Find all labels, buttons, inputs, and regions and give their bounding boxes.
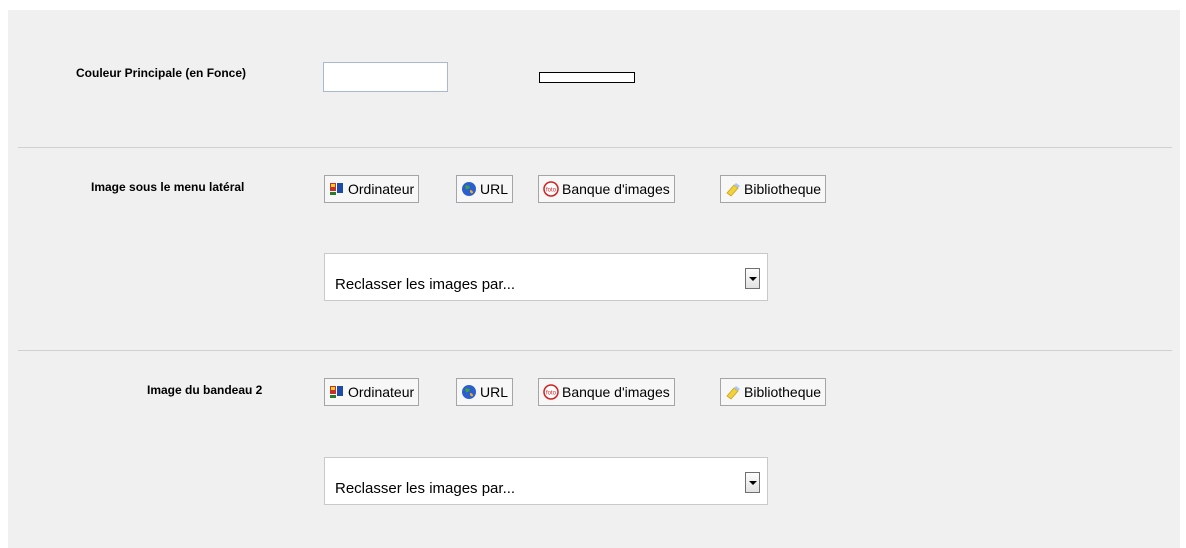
library-button-label: Bibliotheque xyxy=(744,384,822,400)
library-icon xyxy=(725,384,741,400)
main-color-input[interactable] xyxy=(323,62,448,92)
main-color-label: Couleur Principale (en Fonce) xyxy=(76,66,247,80)
computer-icon xyxy=(329,384,345,400)
side-menu-image-label: Image sous le menu latéral xyxy=(91,180,245,194)
url-button[interactable]: URL xyxy=(456,378,514,406)
image-bank-button[interactable]: foto Banque d'images xyxy=(538,175,675,203)
library-button[interactable]: Bibliotheque xyxy=(720,378,827,406)
library-button[interactable]: Bibliotheque xyxy=(720,175,827,203)
color-swatch[interactable] xyxy=(539,72,635,83)
url-button[interactable]: URL xyxy=(456,175,514,203)
chevron-down-icon[interactable] xyxy=(745,472,760,493)
svg-text:foto: foto xyxy=(546,188,557,194)
banner-image-label: Image du bandeau 2 xyxy=(147,383,263,397)
divider xyxy=(18,350,1172,351)
sort-images-select[interactable]: Reclasser les images par... xyxy=(324,253,768,301)
url-button-label: URL xyxy=(480,384,509,400)
image-bank-button[interactable]: foto Banque d'images xyxy=(538,378,675,406)
svg-text:foto: foto xyxy=(546,391,557,397)
ordinateur-button[interactable]: Ordinateur xyxy=(324,378,420,406)
ordinateur-button[interactable]: Ordinateur xyxy=(324,175,420,203)
library-button-label: Bibliotheque xyxy=(744,181,822,197)
foto-icon: foto xyxy=(543,181,559,197)
globe-icon xyxy=(461,181,477,197)
image-bank-button-label: Banque d'images xyxy=(562,181,670,197)
ordinateur-button-label: Ordinateur xyxy=(348,384,415,400)
image-bank-button-label: Banque d'images xyxy=(562,384,670,400)
computer-icon xyxy=(329,181,345,197)
divider xyxy=(18,147,1172,148)
sort-images-select[interactable]: Reclasser les images par... xyxy=(324,457,768,505)
foto-icon: foto xyxy=(543,384,559,400)
sort-images-value: Reclasser les images par... xyxy=(335,480,516,497)
ordinateur-button-label: Ordinateur xyxy=(348,181,415,197)
library-icon xyxy=(725,181,741,197)
globe-icon xyxy=(461,384,477,400)
url-button-label: URL xyxy=(480,181,509,197)
sort-images-value: Reclasser les images par... xyxy=(335,276,516,293)
chevron-down-icon[interactable] xyxy=(745,268,760,289)
